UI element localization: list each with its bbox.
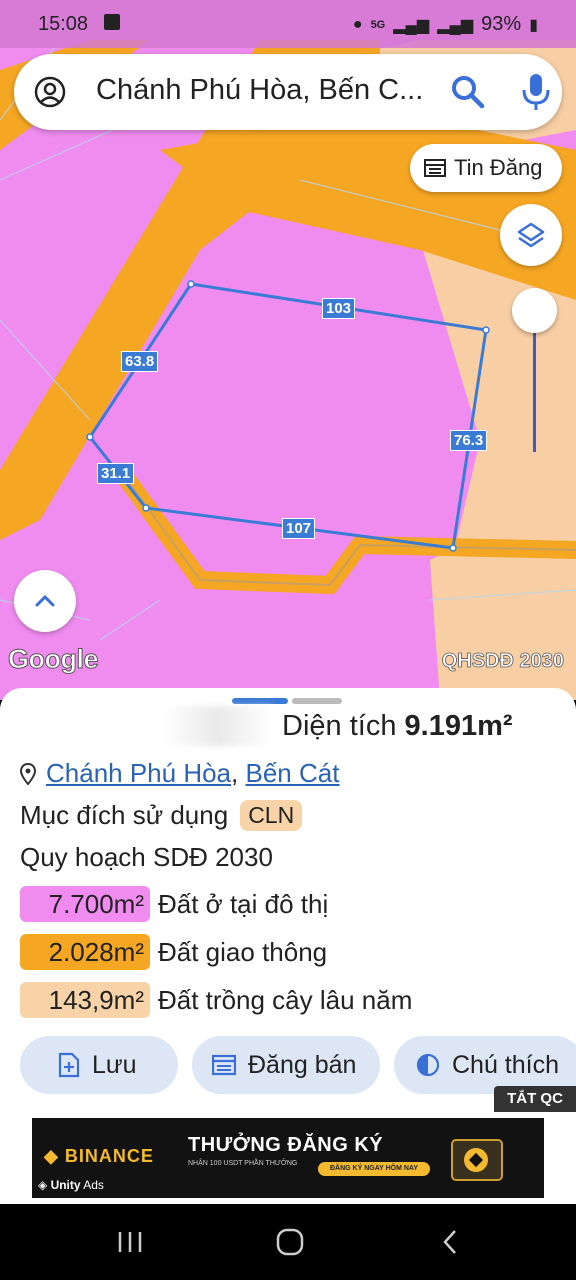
- purpose-code-badge: CLN: [240, 800, 303, 831]
- close-ad-button[interactable]: TẮT QC: [494, 1086, 576, 1112]
- area-label: Diện tích: [282, 710, 397, 742]
- post-sale-label: Đăng bán: [248, 1050, 357, 1079]
- zone-area-value: 2.028m²: [20, 934, 150, 970]
- action-buttons: Lưu Đăng bán Chú thích: [20, 1036, 576, 1094]
- zone-area-value: 143,9m²: [20, 982, 150, 1018]
- edge-length-label: 76.3: [450, 430, 488, 451]
- contrast-icon: [416, 1053, 440, 1077]
- save-label: Lưu: [92, 1050, 137, 1079]
- sheet-handle-secondary[interactable]: [292, 698, 342, 704]
- listing-icon: [424, 159, 446, 177]
- location-icon: ●: [352, 15, 363, 33]
- account-icon[interactable]: [34, 76, 66, 108]
- ad-subline: NHẬN 100 USDT PHẦN THƯỞNG: [188, 1160, 298, 1167]
- blurred-title: [0, 706, 272, 746]
- zone-row: 7.700m² Đất ở tại đô thị: [20, 886, 328, 922]
- layers-button[interactable]: [500, 204, 562, 266]
- chevron-up-icon: [35, 594, 55, 607]
- edge-length-label: 31.1: [97, 463, 135, 484]
- map-view[interactable]: 103 63.8 76.3 31.1 107 15:08 ● 5G ▂▄▆ ▂▄…: [0, 0, 576, 700]
- home-icon[interactable]: [276, 1228, 304, 1256]
- post-sale-button[interactable]: Đăng bán: [192, 1036, 380, 1094]
- ad-network: ◈ Unity Ads: [38, 1178, 104, 1192]
- notification-icon: [104, 14, 120, 30]
- location-town-link[interactable]: Bến Cát: [246, 758, 340, 788]
- system-nav-bar: [0, 1204, 576, 1280]
- location-ward-link[interactable]: Chánh Phú Hòa: [46, 758, 231, 788]
- location-line: Chánh Phú Hòa, Bến Cát: [20, 758, 339, 789]
- google-logo: Google: [8, 644, 100, 675]
- status-time: 15:08: [38, 13, 89, 35]
- back-icon[interactable]: [440, 1228, 460, 1256]
- zone-label: Đất trồng cây lâu năm: [158, 984, 413, 1015]
- layers-icon: [517, 222, 545, 248]
- expand-sheet-button[interactable]: [14, 570, 76, 632]
- ad-ticket-icon: [451, 1139, 503, 1181]
- zone-label: Đất ở tại đô thị: [158, 888, 329, 919]
- location-separator: ,: [231, 758, 239, 788]
- signal-icon-2: ▂▄▆: [437, 16, 474, 34]
- map-layer-label: QHSDĐ 2030: [441, 650, 564, 673]
- status-bar: 15:08 ● 5G ▂▄▆ ▂▄▆ 93% ▮: [0, 0, 576, 48]
- opacity-slider-handle[interactable]: [512, 288, 557, 333]
- battery-icon: ▮: [529, 16, 538, 34]
- sheet-handle[interactable]: [232, 698, 288, 704]
- edge-length-label: 103: [322, 298, 356, 319]
- plan-label: Quy hoạch SDĐ 2030: [20, 842, 273, 872]
- zone-row: 2.028m² Đất giao thông: [20, 934, 327, 970]
- purpose-line: Mục đích sử dụng CLN: [20, 800, 303, 831]
- opacity-slider-track[interactable]: [533, 330, 536, 452]
- add-file-icon: [58, 1052, 80, 1078]
- signal-icon: ▂▄▆: [393, 16, 430, 34]
- microphone-icon[interactable]: [520, 72, 552, 112]
- info-sheet: Diện tích 9.191m² Chánh Phú Hòa, Bến Cát…: [0, 688, 576, 1204]
- search-icon[interactable]: [450, 74, 486, 110]
- zone-label: Đất giao thông: [158, 936, 328, 967]
- listing-icon: [212, 1054, 236, 1076]
- ad-brand: ◆ BINANCE: [44, 1146, 154, 1166]
- search-query[interactable]: Chánh Phú Hòa, Bến C...: [96, 74, 423, 107]
- battery-percent: 93%: [481, 13, 522, 35]
- location-pin-icon: [20, 762, 36, 785]
- zone-area-value: 7.700m²: [20, 886, 150, 922]
- ad-headline: THƯỞNG ĐĂNG KÝ: [188, 1134, 384, 1156]
- search-bar[interactable]: Chánh Phú Hòa, Bến C...: [14, 54, 562, 130]
- save-button[interactable]: Lưu: [20, 1036, 178, 1094]
- ad-cta-button[interactable]: ĐĂNG KÝ NGAY HÔM NAY: [318, 1162, 430, 1176]
- edge-length-label: 63.8: [121, 351, 159, 372]
- ad-banner[interactable]: ◆ BINANCE ◈ Unity Ads THƯỞNG ĐĂNG KÝ NHẬ…: [32, 1118, 544, 1198]
- edge-length-label: 107: [282, 518, 316, 539]
- legend-label: Chú thích: [452, 1050, 560, 1079]
- network-type: 5G: [370, 18, 386, 31]
- tin-dang-label: Tin Đăng: [454, 155, 543, 180]
- purpose-label: Mục đích sử dụng: [20, 800, 229, 830]
- area-value: 9.191m²: [404, 710, 513, 742]
- area-line: Diện tích 9.191m²: [282, 710, 513, 743]
- tin-dang-button[interactable]: Tin Đăng: [410, 144, 562, 192]
- recent-apps-icon[interactable]: [116, 1230, 144, 1254]
- zone-row: 143,9m² Đất trồng cây lâu năm: [20, 982, 412, 1018]
